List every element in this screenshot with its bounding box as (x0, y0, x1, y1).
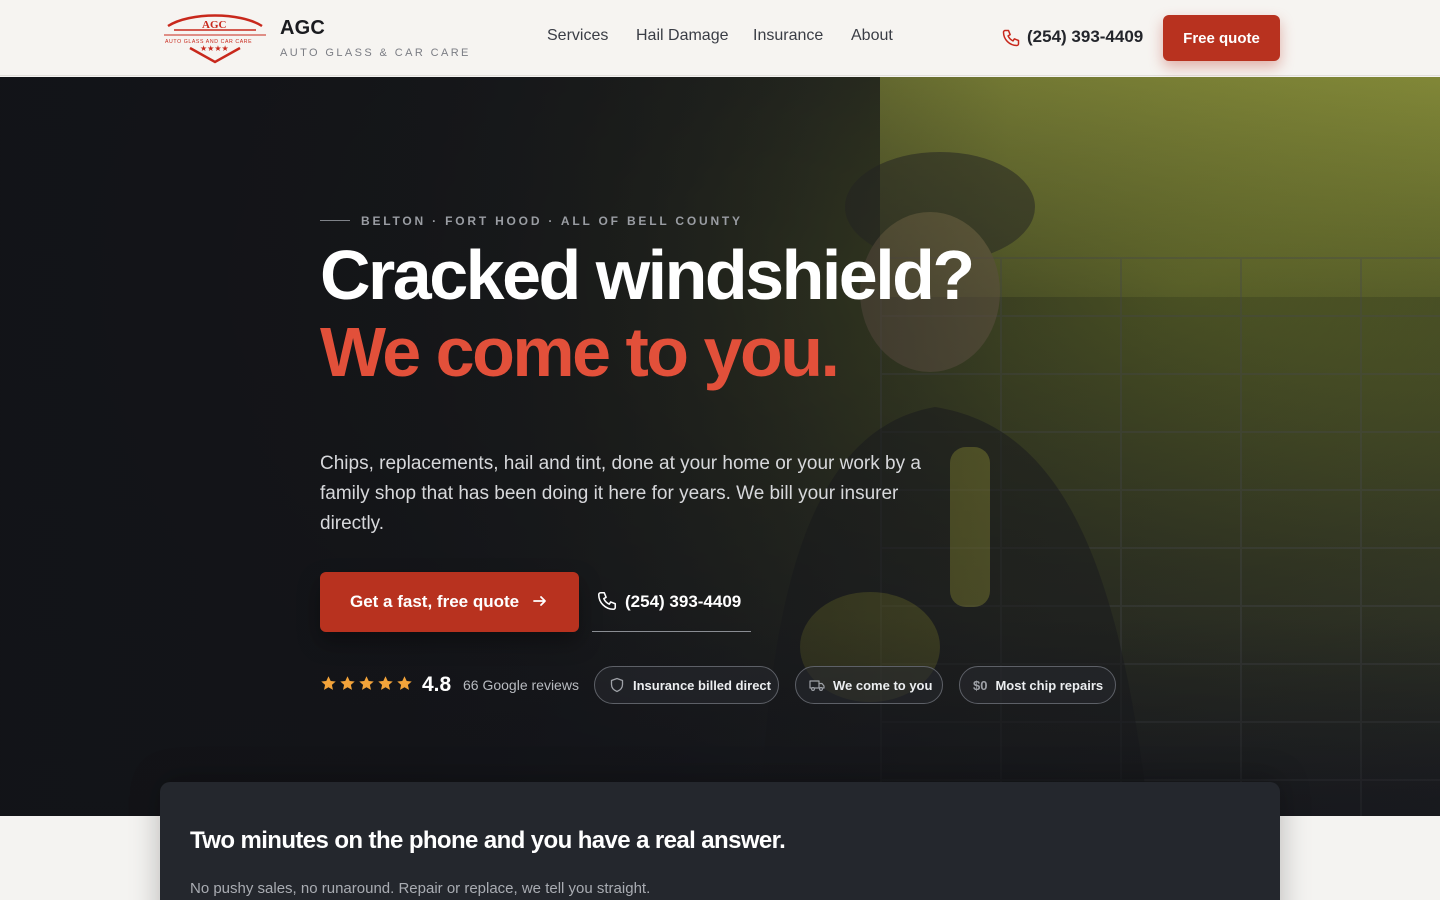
card-subtitle: No pushy sales, no runaround. Repair or … (190, 880, 651, 897)
rating-value: 4.8 (422, 673, 452, 696)
brand-name[interactable]: AGC (280, 17, 325, 40)
insurance-billed-label: Insurance billed direct (633, 677, 771, 693)
star-rating (320, 675, 413, 695)
logo[interactable]: AGC AUTO GLASS AND CAR CARE ★★★★ (160, 10, 270, 66)
svg-text:★★★★: ★★★★ (200, 44, 229, 53)
shield-icon (610, 677, 624, 693)
get-quote-button[interactable]: Get a fast, free quote (320, 572, 579, 632)
chip-repair-label: Most chip repairs (995, 677, 1104, 693)
nav-insurance[interactable]: Insurance (753, 27, 823, 45)
we-come-to-you-label: We come to you (833, 677, 933, 693)
hero-headline-accent: We come to you. (320, 313, 840, 391)
nav-hail-damage[interactable]: Hail Damage (636, 27, 728, 45)
logo-emblem-icon: AGC AUTO GLASS AND CAR CARE ★★★★ (164, 14, 266, 64)
hero-section: BELTON · FORT HOOD · ALL OF BELL COUNTY … (0, 77, 1440, 816)
get-quote-label: Get a fast, free quote (350, 592, 520, 611)
phone-answer-card: Two minutes on the phone and you have a … (160, 782, 1280, 900)
site-header: AGC AUTO GLASS AND CAR CARE ★★★★ AGC AUT… (0, 0, 1440, 76)
nav-services[interactable]: Services (547, 27, 608, 45)
arrow-right-icon (533, 596, 546, 606)
chip-repair-badge: $0 Most chip repairs (959, 666, 1116, 704)
phone-icon (1002, 29, 1020, 47)
truck-icon (809, 680, 825, 691)
star-icon (397, 676, 412, 690)
eyebrow-rule (320, 220, 350, 221)
nav-about[interactable]: About (851, 27, 893, 45)
star-icon (321, 676, 336, 690)
phone-icon (597, 591, 617, 611)
free-quote-button[interactable]: Free quote (1163, 15, 1280, 61)
card-title: Two minutes on the phone and you have a … (190, 827, 786, 854)
star-icon (340, 676, 355, 690)
hero-phone-number: (254) 393-4409 (625, 592, 742, 611)
hero-phone-link[interactable]: (254) 393-4409 (592, 582, 751, 632)
star-icon (378, 676, 393, 690)
header-phone-link[interactable]: (254) 393-4409 (1027, 27, 1143, 47)
service-area-eyebrow: BELTON · FORT HOOD · ALL OF BELL COUNTY (361, 214, 743, 228)
zero-dollar-text: $0 (973, 677, 988, 693)
brand-tagline: AUTO GLASS & CAR CARE (280, 47, 471, 59)
hero-lead: Chips, replacements, hail and tint, done… (320, 453, 921, 534)
star-icon (359, 676, 374, 690)
insurance-billed-badge: Insurance billed direct (594, 666, 779, 704)
hero-headline: Cracked windshield? (320, 236, 975, 314)
svg-text:AGC: AGC (202, 19, 227, 31)
google-reviews-link[interactable]: 66 Google reviews (463, 677, 579, 693)
we-come-to-you-badge: We come to you (795, 666, 943, 704)
